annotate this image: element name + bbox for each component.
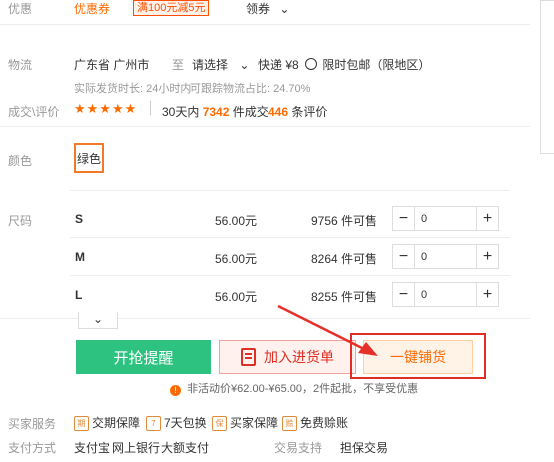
divider (0, 126, 530, 127)
minus-button[interactable]: − (393, 245, 414, 268)
payment-method: 支付宝 (74, 441, 111, 455)
credit-icon: 赊 (282, 416, 297, 432)
size-price: 56.00元 (215, 290, 258, 304)
minus-button[interactable]: − (393, 283, 414, 306)
trade-support-label: 交易支持 (274, 441, 323, 455)
quantity-input[interactable]: 0 (414, 207, 477, 230)
to-text: 至 (172, 58, 185, 72)
rating-stars: ★★★★★ (74, 101, 138, 116)
payment-label: 支付方式 (8, 441, 57, 455)
size-label: 尺码 (8, 214, 33, 228)
services-label: 买家服务 (8, 417, 57, 431)
coupon-tag[interactable]: 满100元减5元 (133, 0, 210, 16)
price-notice: ! 非活动价¥62.00-¥65.00，2件起批，不享受优惠 (170, 380, 418, 396)
review-number: 446 (268, 105, 289, 119)
trade-support-value: 担保交易 (340, 441, 389, 455)
plus-button[interactable]: + (477, 207, 498, 230)
expand-toggle[interactable]: ⌄ (78, 312, 118, 329)
size-price: 56.00元 (215, 214, 258, 228)
size-name: M (75, 250, 85, 264)
service-item[interactable]: 赊免费赊账 (282, 414, 349, 432)
payment-method: 大额支付 (161, 441, 210, 455)
side-panel (540, 0, 554, 154)
plus-button[interactable]: + (477, 245, 498, 268)
deal-count[interactable]: 30天内 7342 件成交 (162, 103, 269, 120)
divider (70, 190, 510, 191)
promo-label: 优惠 (8, 2, 33, 16)
price-notice-text: 非活动价¥62.00-¥65.00，2件起批，不享受优惠 (187, 383, 419, 395)
clipboard-icon (241, 348, 256, 366)
divider (70, 237, 510, 238)
chevron-down-icon: ⌄ (92, 312, 104, 326)
size-price: 56.00元 (215, 252, 258, 266)
chevron-down-icon: ⌄ (239, 58, 250, 72)
review-suffix: 条评价 (291, 105, 328, 119)
minus-button[interactable]: − (393, 207, 414, 230)
deal-prefix: 30天内 (162, 105, 200, 119)
size-stock: 8264 件可售 (311, 252, 378, 266)
deal-number: 7342 (202, 105, 230, 119)
service-text: 买家保障 (230, 416, 279, 430)
color-option-label: 绿色 (76, 151, 101, 166)
clock-icon (305, 58, 317, 70)
annotation-arrow-icon (277, 304, 378, 356)
coupon-link[interactable]: 优惠券 (74, 0, 110, 17)
service-item[interactable]: 保买家保障 (212, 414, 279, 432)
deals-label: 成交\评价 (8, 105, 60, 119)
service-item[interactable]: 7 7天包换 (146, 414, 207, 432)
quantity-input[interactable]: 0 (414, 283, 477, 306)
trace-ratio: 可跟踪物流占比: 24.70% (190, 83, 311, 95)
quantity-stepper[interactable]: − 0 + (392, 244, 499, 269)
divider (150, 101, 151, 115)
destination-select[interactable]: 请选择 ⌄ (192, 56, 249, 73)
payment-method: 网上银行 (112, 441, 161, 455)
color-label: 颜色 (8, 154, 33, 168)
size-name: L (75, 288, 83, 302)
buyer-protection-icon: 保 (212, 416, 227, 432)
buy-now-button[interactable]: 开抢提醒 (76, 340, 211, 374)
service-text: 7天包换 (164, 416, 207, 430)
one-click-label: 一键铺货 (390, 349, 446, 365)
origin-text: 广东省 广州市 (74, 58, 150, 72)
review-count[interactable]: 446 条评价 (268, 103, 327, 120)
deal-suffix: 件成交 (232, 105, 269, 119)
seven-day-exchange-icon: 7 (146, 416, 161, 432)
get-coupon-button[interactable]: 领券 ⌄ (246, 0, 289, 17)
plus-button[interactable]: + (477, 283, 498, 306)
buy-now-label: 开抢提醒 (113, 349, 174, 367)
express-fee: 快递 ¥8 (258, 58, 299, 72)
destination-value: 请选择 (192, 58, 229, 72)
service-text: 免费赊账 (300, 416, 349, 430)
info-icon: ! (170, 385, 181, 396)
divider (70, 275, 510, 276)
delivery-guarantee-icon: 期 (74, 416, 89, 432)
service-text: 交期保障 (92, 416, 141, 430)
get-coupon-label: 领券 (246, 2, 271, 16)
shipping-label: 物流 (8, 58, 33, 72)
quantity-input[interactable]: 0 (414, 245, 477, 268)
chevron-down-icon: ⌄ (279, 2, 290, 16)
quantity-stepper[interactable]: − 0 + (392, 282, 499, 307)
service-item[interactable]: 期交期保障 (74, 414, 141, 432)
free-shipping: 限时包邮（限地区） (305, 56, 430, 73)
color-option-green[interactable]: 绿色 (74, 143, 104, 173)
size-name: S (75, 212, 84, 226)
size-stock: 9756 件可售 (311, 214, 378, 228)
divider (0, 24, 530, 25)
ship-time: 实际发货时长: 24小时内 (74, 83, 192, 95)
free-shipping-text: 限时包邮（限地区） (322, 58, 431, 72)
quantity-stepper[interactable]: − 0 + (392, 206, 499, 231)
